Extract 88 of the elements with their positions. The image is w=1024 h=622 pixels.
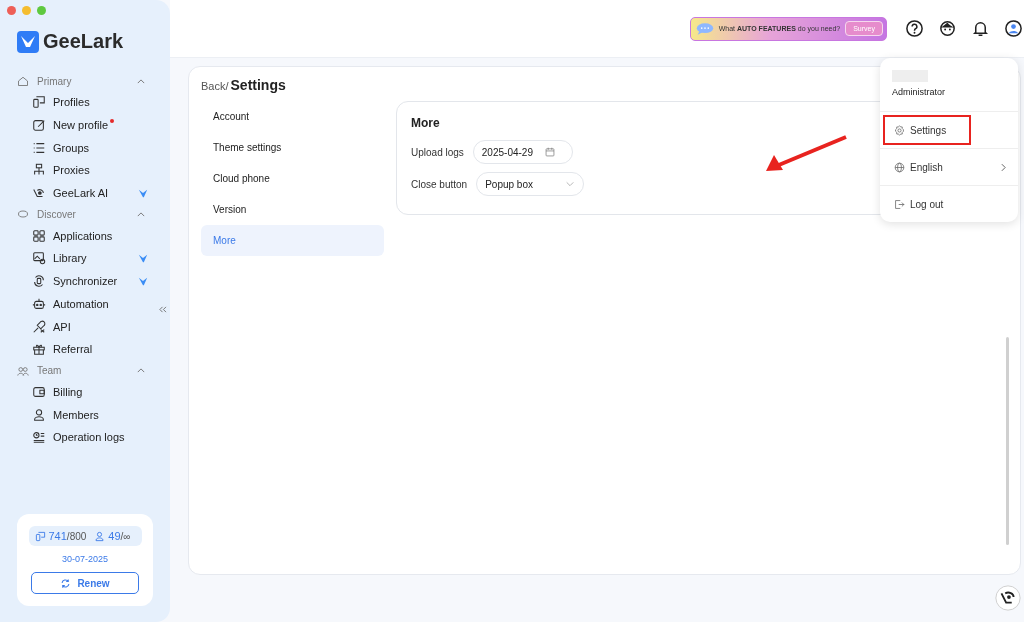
nav-label: GeeLark AI [53, 187, 109, 200]
globe-icon [894, 161, 905, 173]
chevron-icon[interactable] [137, 78, 145, 84]
settings-menu-item[interactable]: Account [201, 101, 384, 132]
chevron-icon[interactable] [137, 368, 145, 374]
field-label: Close button [411, 178, 468, 190]
api-icon [32, 319, 46, 334]
robot-icon [32, 296, 46, 311]
nav-label: New profile [53, 119, 109, 132]
logout-icon [894, 198, 905, 210]
page-title: Settings [230, 77, 286, 93]
logs-icon [32, 430, 46, 445]
profiles-icon [34, 530, 46, 542]
nav-label: Proxies [53, 164, 90, 177]
sidebar-item[interactable]: Applications [0, 224, 170, 248]
app-name: GeeLark [43, 30, 124, 53]
section-title: Discover [37, 208, 77, 220]
scrollbar-thumb[interactable] [1006, 337, 1009, 545]
edit-icon [32, 118, 46, 133]
sidebar-item[interactable]: Groups [0, 136, 170, 160]
field-label: Upload logs [411, 146, 464, 158]
calendar-icon [544, 147, 555, 157]
settings-menu-item[interactable]: More [201, 225, 384, 256]
support-agent-icon[interactable] [938, 19, 957, 38]
help-icon[interactable] [905, 19, 924, 38]
profiles-icon [32, 95, 46, 110]
grid-icon [32, 228, 46, 243]
menu-item[interactable]: Settings [883, 115, 971, 145]
gear-icon [894, 124, 905, 136]
chevron-down-icon [565, 179, 576, 189]
nav-label: Applications [53, 229, 113, 242]
nav-label: API [53, 320, 71, 333]
chevron-icon[interactable] [137, 211, 145, 217]
nav-label: Operation logs [53, 431, 125, 444]
nav-label: Profiles [53, 96, 90, 109]
image-icon [32, 251, 46, 266]
sidebar-item[interactable]: GeeLark AI [0, 181, 170, 205]
notification-bell-icon[interactable] [971, 19, 990, 38]
nav-label: Synchronizer [53, 275, 118, 288]
user-icon [32, 407, 46, 422]
sidebar-item[interactable]: Synchronizer [0, 269, 170, 293]
sidebar-item[interactable]: Billing [0, 380, 170, 404]
panel-title: More [411, 116, 441, 130]
eye-logo-icon[interactable] [994, 584, 1022, 612]
sidebar-item[interactable]: Members [0, 403, 170, 426]
list-icon [32, 140, 46, 155]
settings-menu-item[interactable]: Version [201, 194, 384, 225]
chat-bubble-icon [695, 21, 714, 36]
section-title: Primary [37, 75, 73, 87]
sidebar-item[interactable]: Profiles [0, 91, 170, 114]
sidebar-item[interactable]: Proxies [0, 159, 170, 182]
sidebar-item[interactable]: Referral [0, 337, 170, 361]
sidebar-item[interactable]: Library [0, 247, 170, 270]
sidebar-item[interactable]: API [0, 315, 170, 338]
section-title: Team [37, 365, 63, 377]
user-role: Administrator [892, 87, 946, 97]
expiry-date: 30-07-2025 [61, 554, 108, 564]
section-icon [17, 75, 29, 87]
user-icon [94, 530, 106, 542]
zoom-window-icon[interactable] [37, 6, 46, 15]
close-window-icon[interactable] [7, 6, 16, 15]
refresh-icon [60, 577, 72, 589]
menu-item[interactable]: Log out [883, 189, 971, 219]
gift-icon [32, 342, 46, 357]
nav-label: Groups [53, 141, 90, 154]
renew-button[interactable]: Renew [31, 572, 139, 594]
section-icon [17, 208, 29, 221]
section-icon [17, 364, 29, 377]
settings-menu-item[interactable]: Theme settings [201, 132, 384, 163]
menu-item[interactable]: English [883, 152, 971, 182]
profile-quota: 741/800 [48, 530, 87, 542]
nav-label: Billing [53, 385, 83, 398]
sync-icon [32, 274, 46, 289]
collapse-icon[interactable] [158, 306, 167, 313]
sidebar-item[interactable]: Operation logs [0, 425, 170, 449]
sidebar-item[interactable]: Automation [0, 292, 170, 316]
user-avatar-icon[interactable] [1004, 19, 1023, 38]
nav-label: Library [53, 252, 87, 265]
bird-logo-icon [17, 30, 39, 53]
settings-menu-item[interactable]: Cloud phone [201, 163, 384, 194]
member-quota: 49/∞ [108, 530, 131, 542]
nav-label: Automation [53, 297, 109, 310]
sidebar-item[interactable]: New profile [0, 113, 170, 137]
back-link[interactable]: Back/ [201, 80, 229, 92]
chevron-right-icon [1001, 162, 1006, 172]
nav-label: Members [53, 408, 99, 421]
nav-label: Referral [53, 343, 93, 356]
wallet-icon [32, 384, 46, 399]
